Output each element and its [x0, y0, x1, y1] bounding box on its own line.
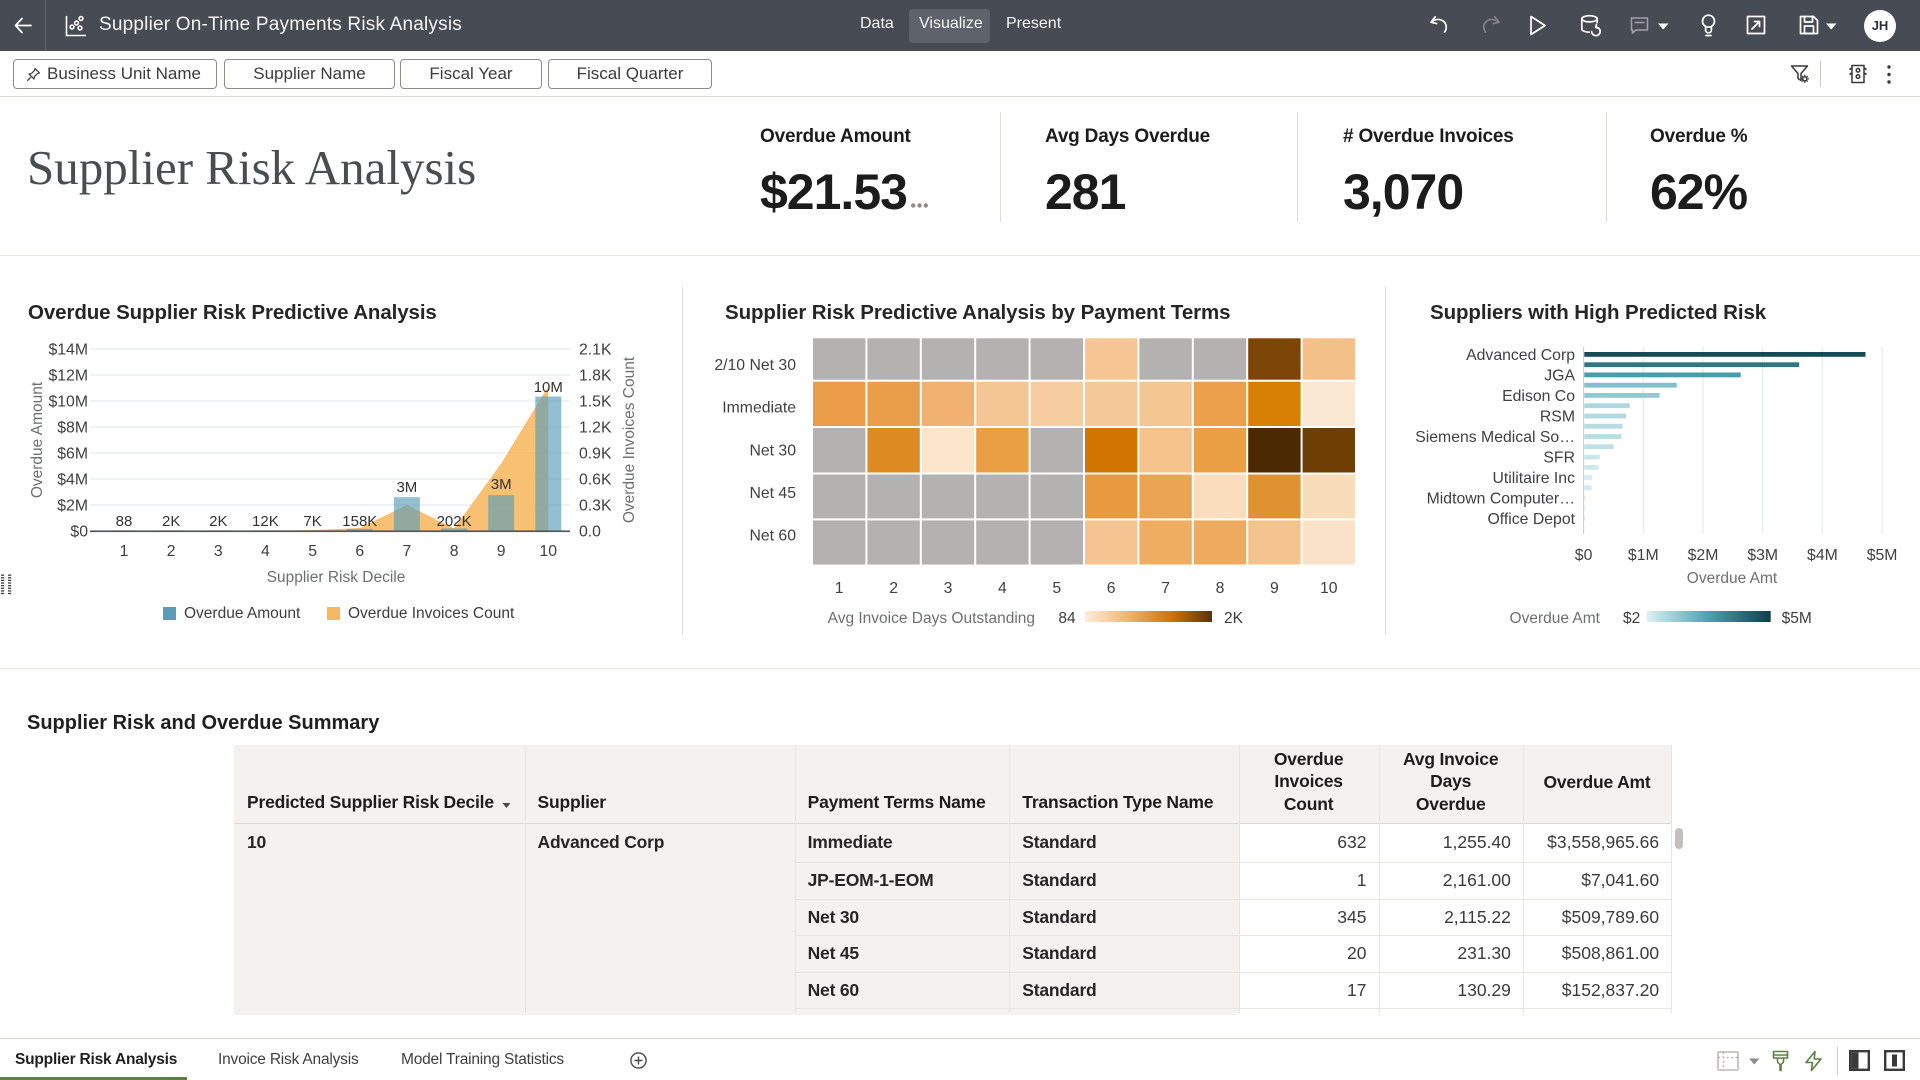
svg-text:1.8K: 1.8K	[579, 368, 612, 385]
svg-text:Midtown Computer…: Midtown Computer…	[1427, 491, 1575, 508]
svg-text:2K: 2K	[1224, 610, 1244, 627]
svg-text:RSM: RSM	[1540, 409, 1575, 426]
svg-text:8: 8	[450, 543, 459, 560]
svg-text:1.2K: 1.2K	[579, 420, 612, 437]
svg-text:Net 60: Net 60	[749, 528, 796, 545]
svg-text:3: 3	[944, 580, 953, 597]
svg-text:Suppliers with High Predicted: Suppliers with High Predicted Risk	[1430, 301, 1767, 324]
svg-text:$14M: $14M	[48, 342, 88, 359]
svg-text:4: 4	[261, 543, 270, 560]
svg-text:Overdue Invoices Count: Overdue Invoices Count	[621, 356, 638, 523]
svg-text:$8M: $8M	[57, 420, 88, 437]
svg-text:0.3K: 0.3K	[579, 498, 612, 515]
svg-text:Siemens Medical So…: Siemens Medical So…	[1415, 429, 1575, 446]
svg-text:Advanced Corp: Advanced Corp	[1466, 347, 1575, 364]
svg-text:2: 2	[167, 543, 176, 560]
svg-text:Immediate: Immediate	[722, 400, 796, 417]
svg-text:8: 8	[1216, 580, 1225, 597]
svg-text:158K: 158K	[342, 513, 377, 530]
svg-text:9: 9	[1270, 580, 1279, 597]
svg-text:1.5K: 1.5K	[579, 394, 612, 411]
svg-text:Utilitaire Inc: Utilitaire Inc	[1492, 470, 1575, 487]
svg-text:0.9K: 0.9K	[579, 446, 612, 463]
svg-text:202K: 202K	[437, 513, 472, 530]
svg-text:$6M: $6M	[57, 446, 88, 463]
svg-text:2K: 2K	[162, 513, 180, 530]
svg-text:3: 3	[214, 543, 223, 560]
svg-text:2/10 Net 30: 2/10 Net 30	[714, 357, 796, 374]
svg-text:7: 7	[1161, 580, 1170, 597]
svg-text:Overdue Invoices Count: Overdue Invoices Count	[348, 605, 515, 622]
svg-text:84: 84	[1058, 610, 1076, 627]
svg-text:7: 7	[403, 543, 412, 560]
svg-text:Net 45: Net 45	[749, 485, 796, 502]
svg-text:12K: 12K	[252, 513, 279, 530]
svg-text:88: 88	[116, 513, 133, 530]
svg-text:$2M: $2M	[57, 498, 88, 515]
svg-text:Edison Co: Edison Co	[1502, 388, 1575, 405]
svg-text:6: 6	[1107, 580, 1116, 597]
svg-text:10: 10	[1320, 580, 1338, 597]
svg-text:$12M: $12M	[48, 368, 88, 385]
svg-text:2.1K: 2.1K	[579, 342, 612, 359]
svg-text:0.6K: 0.6K	[579, 472, 612, 489]
svg-text:Net 30: Net 30	[749, 442, 796, 459]
svg-text:9: 9	[497, 543, 506, 560]
svg-text:6: 6	[355, 543, 364, 560]
svg-text:5: 5	[1052, 580, 1061, 597]
svg-text:Office Depot: Office Depot	[1487, 511, 1575, 528]
svg-text:SFR: SFR	[1543, 450, 1575, 467]
svg-text:Supplier Risk Decile: Supplier Risk Decile	[267, 569, 406, 586]
svg-text:$10M: $10M	[48, 394, 88, 411]
svg-text:Overdue Supplier Risk Predicti: Overdue Supplier Risk Predictive Analysi…	[28, 301, 437, 324]
svg-text:$3M: $3M	[1747, 547, 1778, 564]
svg-text:$4M: $4M	[1807, 547, 1838, 564]
svg-text:3M: 3M	[491, 476, 512, 493]
svg-text:2K: 2K	[209, 513, 227, 530]
svg-text:Overdue Amount: Overdue Amount	[29, 381, 46, 498]
svg-text:4: 4	[998, 580, 1007, 597]
svg-text:10M: 10M	[534, 379, 563, 396]
svg-text:1: 1	[835, 580, 844, 597]
svg-text:3M: 3M	[396, 479, 417, 496]
svg-text:$5M: $5M	[1867, 547, 1898, 564]
svg-text:$4M: $4M	[57, 472, 88, 489]
svg-text:$5M: $5M	[1782, 610, 1812, 627]
svg-text:$2M: $2M	[1688, 547, 1719, 564]
svg-text:0.0: 0.0	[579, 524, 601, 541]
svg-text:2: 2	[889, 580, 898, 597]
svg-text:Supplier Risk Predictive Analy: Supplier Risk Predictive Analysis by Pay…	[725, 301, 1230, 324]
svg-text:JGA: JGA	[1544, 367, 1575, 384]
svg-text:Overdue Amt: Overdue Amt	[1687, 570, 1778, 587]
svg-text:$0: $0	[1575, 547, 1593, 564]
svg-text:$2: $2	[1623, 610, 1640, 627]
svg-text:Overdue Amount: Overdue Amount	[184, 605, 301, 622]
svg-text:7K: 7K	[303, 513, 321, 530]
svg-text:$1M: $1M	[1628, 547, 1659, 564]
svg-text:Avg Invoice Days Outstanding: Avg Invoice Days Outstanding	[828, 610, 1035, 627]
svg-text:5: 5	[308, 543, 317, 560]
svg-text:$0: $0	[70, 524, 88, 541]
svg-text:10: 10	[540, 543, 558, 560]
svg-text:1: 1	[120, 543, 129, 560]
svg-text:Overdue Amt: Overdue Amt	[1510, 610, 1601, 627]
